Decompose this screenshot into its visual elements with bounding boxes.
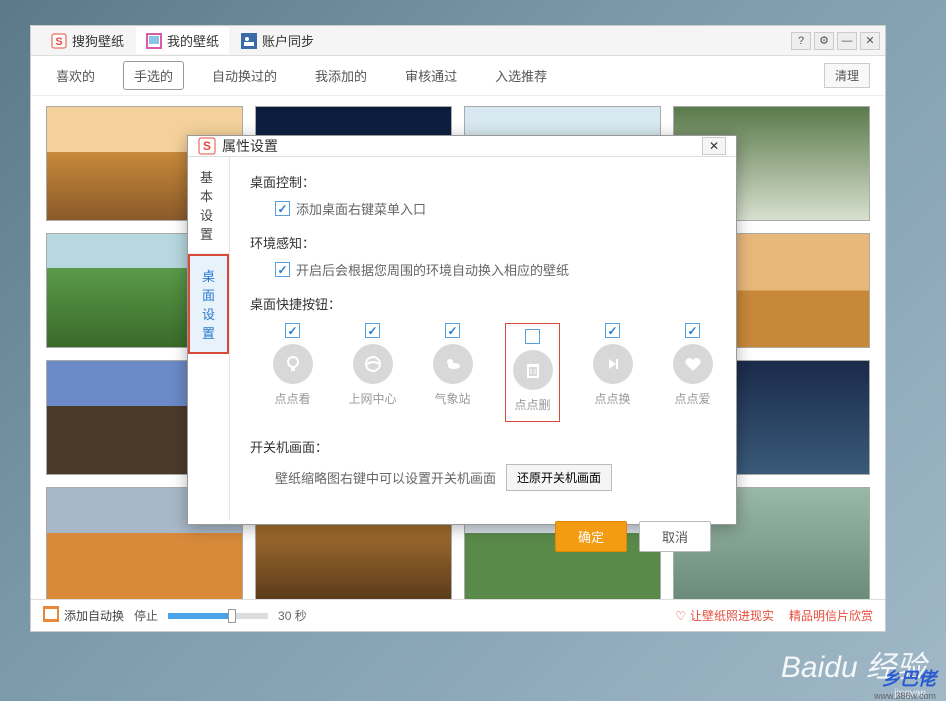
checkbox-icon[interactable]: [445, 323, 460, 338]
restore-power-button[interactable]: 还原开关机画面: [506, 464, 612, 491]
shortcut-label: 点点删: [515, 396, 551, 413]
subtab-added[interactable]: 我添加的: [305, 62, 377, 89]
check-label: 添加桌面右键菜单入口: [296, 199, 426, 218]
shortcut-delete[interactable]: 点点删: [505, 323, 560, 422]
dialog-body: 基本设置 桌面设置 桌面控制： 添加桌面右键菜单入口 环境感知： 开启后会根据您…: [188, 157, 736, 521]
weather-icon: [433, 344, 473, 384]
check-label: 开启后会根据您周围的环境自动换入相应的壁纸: [296, 260, 569, 279]
link-reality[interactable]: ♡ 让壁纸照进现实: [675, 607, 774, 624]
subtab-liked[interactable]: 喜欢的: [46, 62, 105, 89]
checkbox-icon[interactable]: [365, 323, 380, 338]
shortcut-weather[interactable]: 气象站: [425, 323, 480, 422]
section-title: 桌面快捷按钮：: [250, 294, 720, 313]
add-auto-label: 添加自动换: [64, 607, 124, 624]
shortcut-love[interactable]: 点点爱: [665, 323, 720, 422]
tab-label: 账户同步: [262, 31, 314, 50]
tab-label: 我的壁纸: [167, 31, 219, 50]
bottom-bar: 添加自动换 停止 30 秒 ♡ 让壁纸照进现实 精品明信片欣赏: [31, 599, 885, 631]
checkbox-icon[interactable]: [685, 323, 700, 338]
dialog-title-text: 属性设置: [222, 136, 278, 156]
section-title: 开关机画面：: [250, 437, 720, 456]
link-label: 让壁纸照进现实: [690, 607, 774, 624]
bottom-links: ♡ 让壁纸照进现实 精品明信片欣赏: [675, 607, 873, 624]
tab-my-wallpaper[interactable]: 我的壁纸: [136, 27, 229, 54]
corner-logo: 乡巴佬: [882, 665, 936, 691]
subtab-handpicked[interactable]: 手选的: [123, 61, 184, 90]
shortcut-internet[interactable]: 上网中心: [345, 323, 400, 422]
shortcut-label: 点点看: [275, 390, 311, 407]
close-button[interactable]: ✕: [860, 32, 880, 50]
sync-icon: [241, 33, 257, 49]
slider-track: [168, 613, 228, 619]
section-title: 环境感知：: [250, 233, 720, 252]
subtab-approved[interactable]: 审核通过: [395, 62, 467, 89]
dialog-close-button[interactable]: ✕: [702, 137, 726, 155]
dialog-content: 桌面控制： 添加桌面右键菜单入口 环境感知： 开启后会根据您周围的环境自动换入相…: [230, 157, 740, 521]
section-env-sense: 环境感知： 开启后会根据您周围的环境自动换入相应的壁纸: [250, 233, 720, 279]
subtab-featured[interactable]: 入选推荐: [485, 62, 557, 89]
shortcut-label: 点点爱: [675, 390, 711, 407]
shortcut-switch[interactable]: 点点换: [585, 323, 640, 422]
main-tabs: S 搜狗壁纸 我的壁纸 账户同步: [31, 26, 755, 56]
add-auto-button[interactable]: 添加自动换: [43, 606, 124, 625]
slider-thumb[interactable]: [228, 609, 236, 623]
clear-button[interactable]: 清理: [824, 63, 870, 88]
section-power: 开关机画面： 壁纸缩略图右键中可以设置开关机画面 还原开关机画面: [250, 437, 720, 491]
dialog-sidebar: 基本设置 桌面设置: [188, 157, 230, 521]
shortcut-label: 上网中心: [349, 390, 397, 407]
settings-button[interactable]: ⚙: [814, 32, 834, 50]
bulb-icon: [273, 344, 313, 384]
power-row: 壁纸缩略图右键中可以设置开关机画面 还原开关机画面: [275, 464, 720, 491]
svg-text:S: S: [203, 139, 211, 153]
help-button[interactable]: ?: [791, 32, 811, 50]
sogou-icon: S: [198, 137, 216, 155]
checkbox-icon[interactable]: [275, 262, 290, 277]
checkbox-icon[interactable]: [605, 323, 620, 338]
checkbox-icon[interactable]: [275, 201, 290, 216]
power-hint: 壁纸缩略图右键中可以设置开关机画面: [275, 468, 496, 487]
dialog-titlebar: S 属性设置 ✕: [188, 136, 736, 157]
ok-button[interactable]: 确定: [555, 521, 627, 552]
shortcut-label: 点点换: [595, 390, 631, 407]
interval-slider[interactable]: [168, 613, 268, 619]
dialog-footer: 确定 取消: [188, 521, 736, 552]
link-label: 精品明信片欣赏: [789, 607, 873, 624]
tab-account-sync[interactable]: 账户同步: [231, 27, 324, 54]
gallery-small-icon: [43, 606, 59, 625]
shortcut-grid: 点点看 上网中心 气象站 点点删: [265, 323, 720, 422]
section-shortcuts: 桌面快捷按钮： 点点看 上网中心 气象站: [250, 294, 720, 422]
side-tab-desktop[interactable]: 桌面设置: [188, 254, 229, 354]
checkbox-icon[interactable]: [285, 323, 300, 338]
tab-sogou-wallpaper[interactable]: S 搜狗壁纸: [41, 27, 134, 54]
heart-icon: [673, 344, 713, 384]
tab-label: 搜狗壁纸: [72, 31, 124, 50]
subtab-autoswitched[interactable]: 自动换过的: [202, 62, 287, 89]
duration-label: 30 秒: [278, 607, 307, 624]
sogou-icon: S: [51, 33, 67, 49]
check-contextmenu[interactable]: 添加桌面右键菜单入口: [275, 199, 720, 218]
shortcut-label: 气象站: [435, 390, 471, 407]
checkbox-icon[interactable]: [525, 329, 540, 344]
shortcut-look[interactable]: 点点看: [265, 323, 320, 422]
side-tab-basic[interactable]: 基本设置: [188, 157, 229, 254]
section-desktop-control: 桌面控制： 添加桌面右键菜单入口: [250, 172, 720, 218]
sub-tabs: 喜欢的 手选的 自动换过的 我添加的 审核通过 入选推荐 清理: [31, 56, 885, 96]
svg-text:S: S: [55, 36, 62, 48]
cancel-button[interactable]: 取消: [639, 521, 711, 552]
ie-icon: [353, 344, 393, 384]
next-icon: [593, 344, 633, 384]
heart-icon: ♡: [675, 609, 686, 623]
stop-button[interactable]: 停止: [134, 607, 158, 624]
section-title: 桌面控制：: [250, 172, 720, 191]
check-envsense[interactable]: 开启后会根据您周围的环境自动换入相应的壁纸: [275, 260, 720, 279]
trash-icon: [513, 350, 553, 390]
settings-dialog: S 属性设置 ✕ 基本设置 桌面设置 桌面控制： 添加桌面右键菜单入口 环境感知…: [187, 135, 737, 525]
link-postcard[interactable]: 精品明信片欣赏: [789, 607, 873, 624]
corner-url: www.386w.com: [874, 691, 936, 701]
minimize-button[interactable]: —: [837, 32, 857, 50]
gallery-icon: [146, 33, 162, 49]
